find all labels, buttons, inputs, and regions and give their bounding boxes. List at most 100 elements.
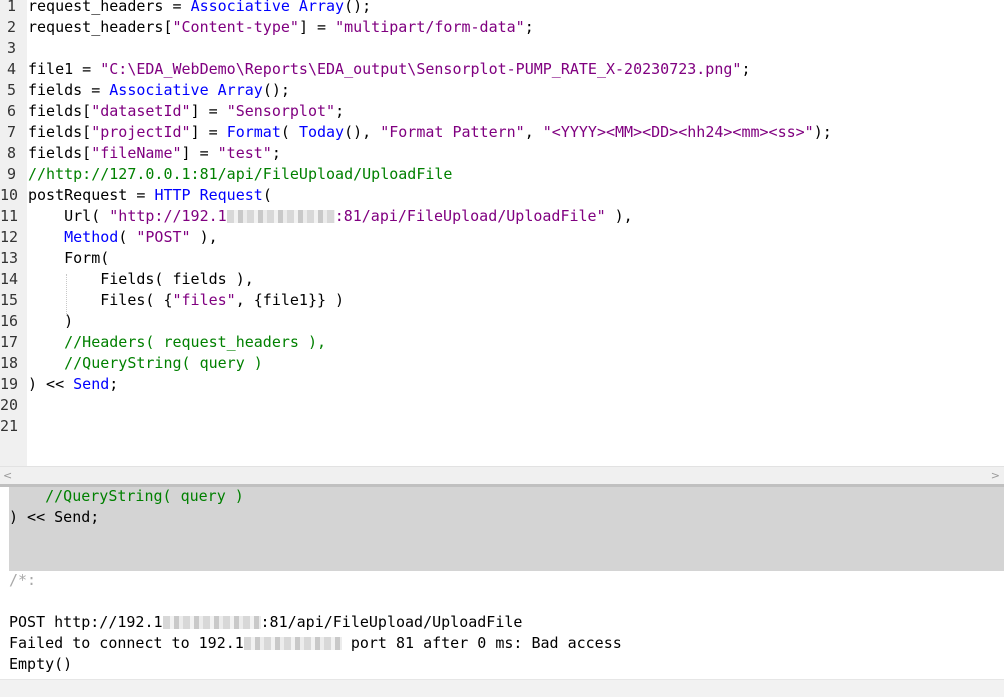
code-token: POST http://192.1 [9, 613, 163, 631]
code-token: (); [262, 81, 290, 99]
script-editor[interactable]: 1 request_headers = Associative Array(); 2… [0, 0, 1004, 466]
code-token: ) << Send; [9, 508, 100, 526]
code-token: ( [91, 207, 110, 225]
code-text: request_headers["Content-type"] = "multi… [28, 17, 534, 38]
line-number: 5 [6, 81, 16, 99]
code-token: request_headers[ [28, 18, 173, 36]
log-output-line: Empty() [9, 654, 72, 675]
code-text: fields["datasetId"] = "Sensorplot"; [28, 101, 344, 122]
code-token: (); [344, 0, 372, 15]
scroll-right-arrow-icon[interactable]: > [991, 469, 1000, 482]
function-name: Send [73, 375, 110, 393]
code-token: ; [741, 60, 751, 78]
code-token: ; [524, 18, 534, 36]
string-literal: "files" [172, 291, 236, 309]
code-text: Form( [28, 248, 109, 269]
code-token: :81/api/FileUpload/UploadFile [260, 613, 523, 631]
line-number: 7 [6, 123, 16, 141]
string-literal: "Format Pattern" [380, 123, 525, 141]
log-output-line: POST http://192.1 :81/api/FileUpload/Uplo… [9, 612, 522, 633]
log-margin [0, 487, 9, 571]
code-text: fields["fileName"] = "test"; [28, 143, 281, 164]
line-number: 4 [6, 60, 16, 78]
redacted-ip [226, 210, 335, 223]
line-number: 18 [0, 354, 19, 372]
code-text: file1 = "C:\EDA_WebDemo\Reports\EDA_outp… [28, 59, 750, 80]
code-token: ( [118, 228, 137, 246]
code-text: Files( {"files", {file1}} ) [28, 290, 344, 311]
line-number: 12 [0, 228, 19, 246]
code-token: postRequest = [28, 186, 155, 204]
line-number: 2 [6, 18, 16, 36]
log-echo-line: ) << Send; [9, 507, 99, 528]
log-echo-line: //QueryString( query ) [9, 486, 244, 507]
code-token: ( [262, 186, 272, 204]
string-literal: "multipart/form-data" [335, 18, 525, 36]
line-number: 6 [6, 102, 16, 120]
editor-horizontal-scrollbar[interactable]: < > [0, 466, 1004, 484]
code-token: fields[ [28, 123, 92, 141]
code-text: //Headers( request_headers ), [28, 332, 326, 353]
string-literal: "test" [217, 144, 272, 162]
code-token: ) << [28, 375, 74, 393]
code-token: ] = [190, 123, 227, 141]
redacted-ip [243, 637, 342, 650]
string-literal: "Sensorplot" [226, 102, 336, 120]
code-token: ); [813, 123, 832, 141]
function-name: HTTP Request [154, 186, 263, 204]
code-text: postRequest = HTTP Request( [28, 185, 272, 206]
code-text: fields = Associative Array(); [28, 80, 290, 101]
code-token: Fields( fields ), [28, 270, 254, 288]
string-literal: "http://192.1 [109, 207, 227, 225]
code-text: request_headers = Associative Array(); [28, 0, 371, 17]
string-literal: "fileName" [91, 144, 182, 162]
code-token: Files( { [28, 291, 173, 309]
string-literal: "Content-type" [172, 18, 299, 36]
line-number: 8 [6, 144, 16, 162]
line-number: 16 [0, 312, 19, 330]
code-token: , {file1}} ) [235, 291, 345, 309]
indent-guide [66, 274, 67, 316]
scroll-left-arrow-icon[interactable]: < [3, 469, 12, 482]
code-token: port 81 after 0 ms: Bad access [341, 634, 622, 652]
code-token: request_headers = [28, 0, 191, 15]
function-name: Today [298, 123, 345, 141]
function-name: Method [64, 228, 119, 246]
code-token: fields[ [28, 102, 92, 120]
line-number: 10 [0, 186, 19, 204]
code-token: file1 = [28, 60, 101, 78]
code-comment: //QueryString( query ) [9, 487, 244, 505]
code-token: (), [344, 123, 381, 141]
string-literal: "<YYYY><MM><DD><hh24><mm><ss>" [542, 123, 814, 141]
function-name: Associative Array [190, 0, 345, 15]
code-text: Url( "http://192.1:81/api/FileUpload/Upl… [28, 206, 633, 227]
string-literal: "projectId" [91, 123, 191, 141]
code-token: ), [605, 207, 633, 225]
log-horizontal-scrollbar[interactable] [0, 679, 1004, 697]
code-comment: //QueryString( query ) [28, 354, 263, 372]
string-literal: "datasetId" [91, 102, 191, 120]
code-token: Failed to connect to 192.1 [9, 634, 244, 652]
code-comment: //Headers( request_headers ), [28, 333, 327, 351]
code-token: Empty() [9, 655, 73, 673]
code-token: ] = [298, 18, 336, 36]
log-comment-marker: /*: [9, 571, 37, 589]
line-number: 3 [6, 39, 16, 57]
function-name: Format [226, 123, 281, 141]
code-text: Fields( fields ), [28, 269, 254, 290]
code-token: ; [271, 144, 281, 162]
code-token: Form( [28, 249, 110, 267]
line-number: 19 [0, 375, 19, 393]
line-number: 11 [0, 207, 19, 225]
line-number: 13 [0, 249, 19, 267]
code-token: Url [64, 207, 92, 225]
log-output-line: Failed to connect to 192.1 port 81 after… [9, 633, 622, 654]
line-number: 15 [0, 291, 19, 309]
line-number: 21 [0, 417, 19, 435]
code-token: fields[ [28, 144, 92, 162]
string-literal: "C:\EDA_WebDemo\Reports\EDA_output\Senso… [100, 60, 742, 78]
function-name: Associative Array [109, 81, 263, 99]
line-number: 14 [0, 270, 19, 288]
